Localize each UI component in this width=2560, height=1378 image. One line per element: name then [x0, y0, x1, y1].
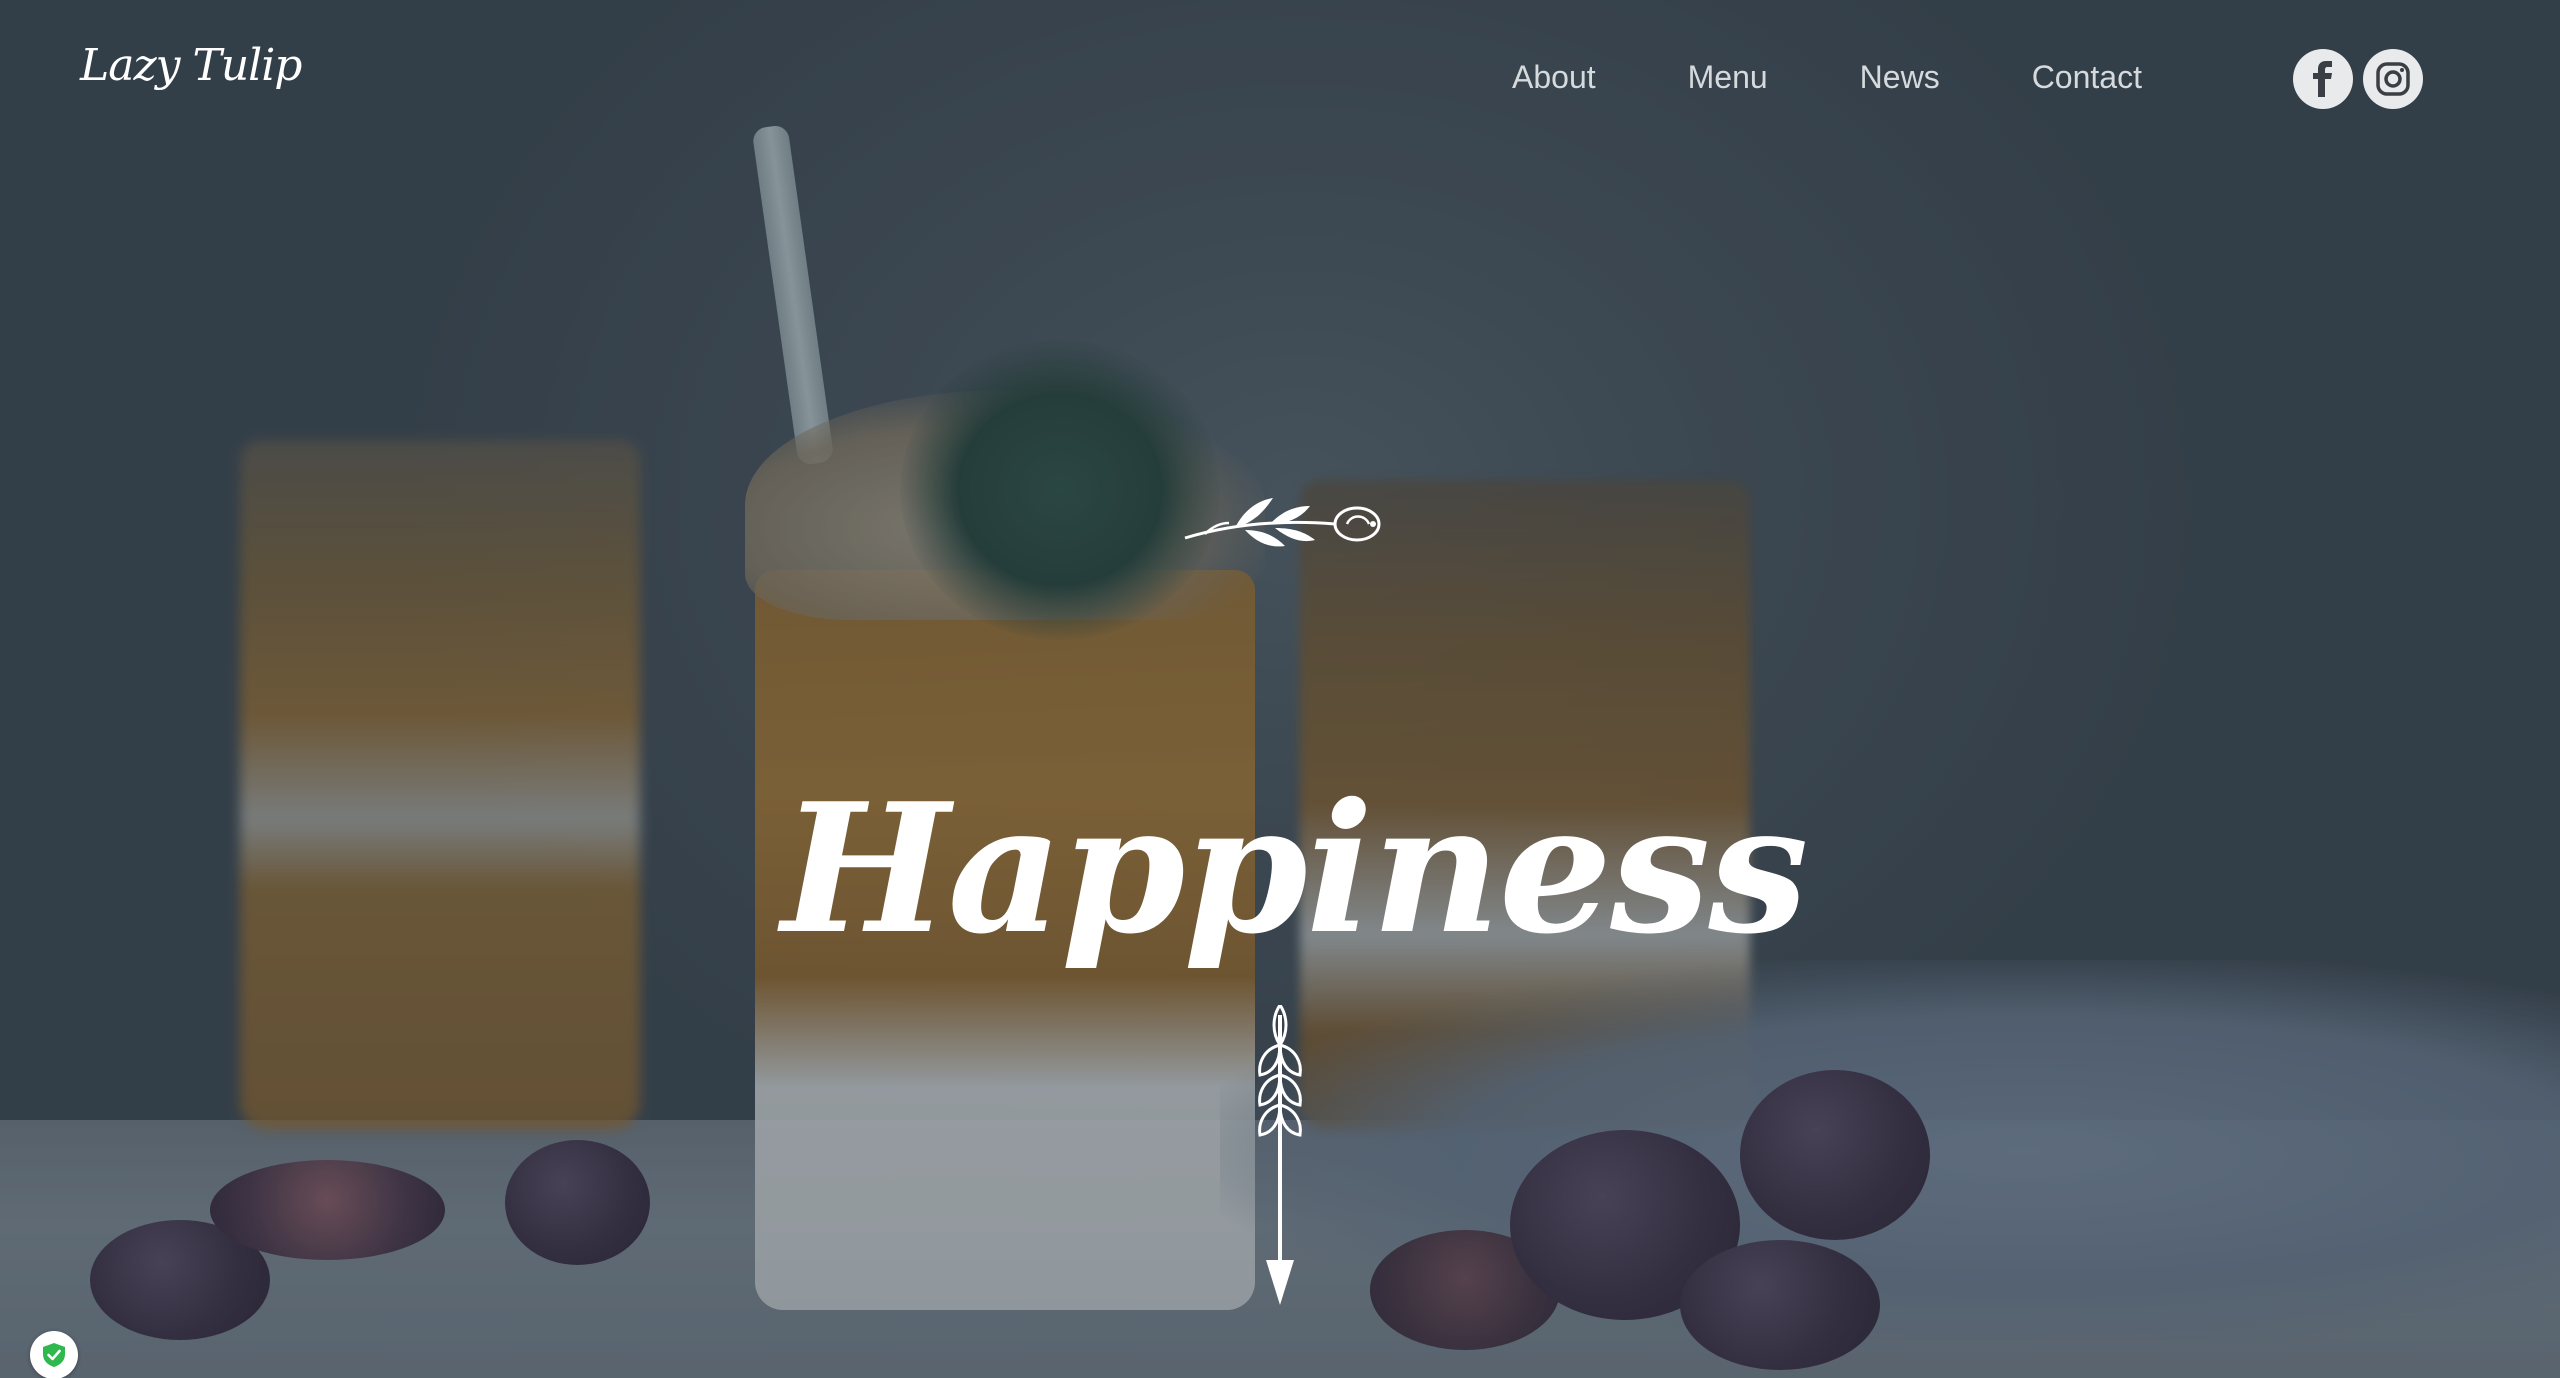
social-links [2293, 49, 2423, 109]
privacy-badge[interactable] [30, 1331, 78, 1378]
main-nav: About Menu News Contact [1512, 55, 2142, 99]
page: Lazy Tulip About Menu News Contact Happi… [0, 0, 2560, 1378]
instagram-icon [2376, 62, 2410, 96]
facebook-icon [2313, 61, 2332, 97]
flower-branch-icon [1184, 498, 1381, 547]
hero-title: Happiness [781, 764, 1808, 974]
instagram-button[interactable] [2363, 49, 2423, 109]
nav-item-menu[interactable]: Menu [1688, 55, 1768, 99]
nav-item-news[interactable]: News [1860, 55, 1940, 99]
scroll-down-arrow-icon[interactable] [1250, 1005, 1310, 1310]
nav-item-contact[interactable]: Contact [2032, 55, 2142, 99]
nav-item-about[interactable]: About [1512, 55, 1596, 99]
shield-check-icon [43, 1343, 65, 1367]
site-logo[interactable]: Lazy Tulip [80, 40, 302, 91]
facebook-button[interactable] [2293, 49, 2353, 109]
